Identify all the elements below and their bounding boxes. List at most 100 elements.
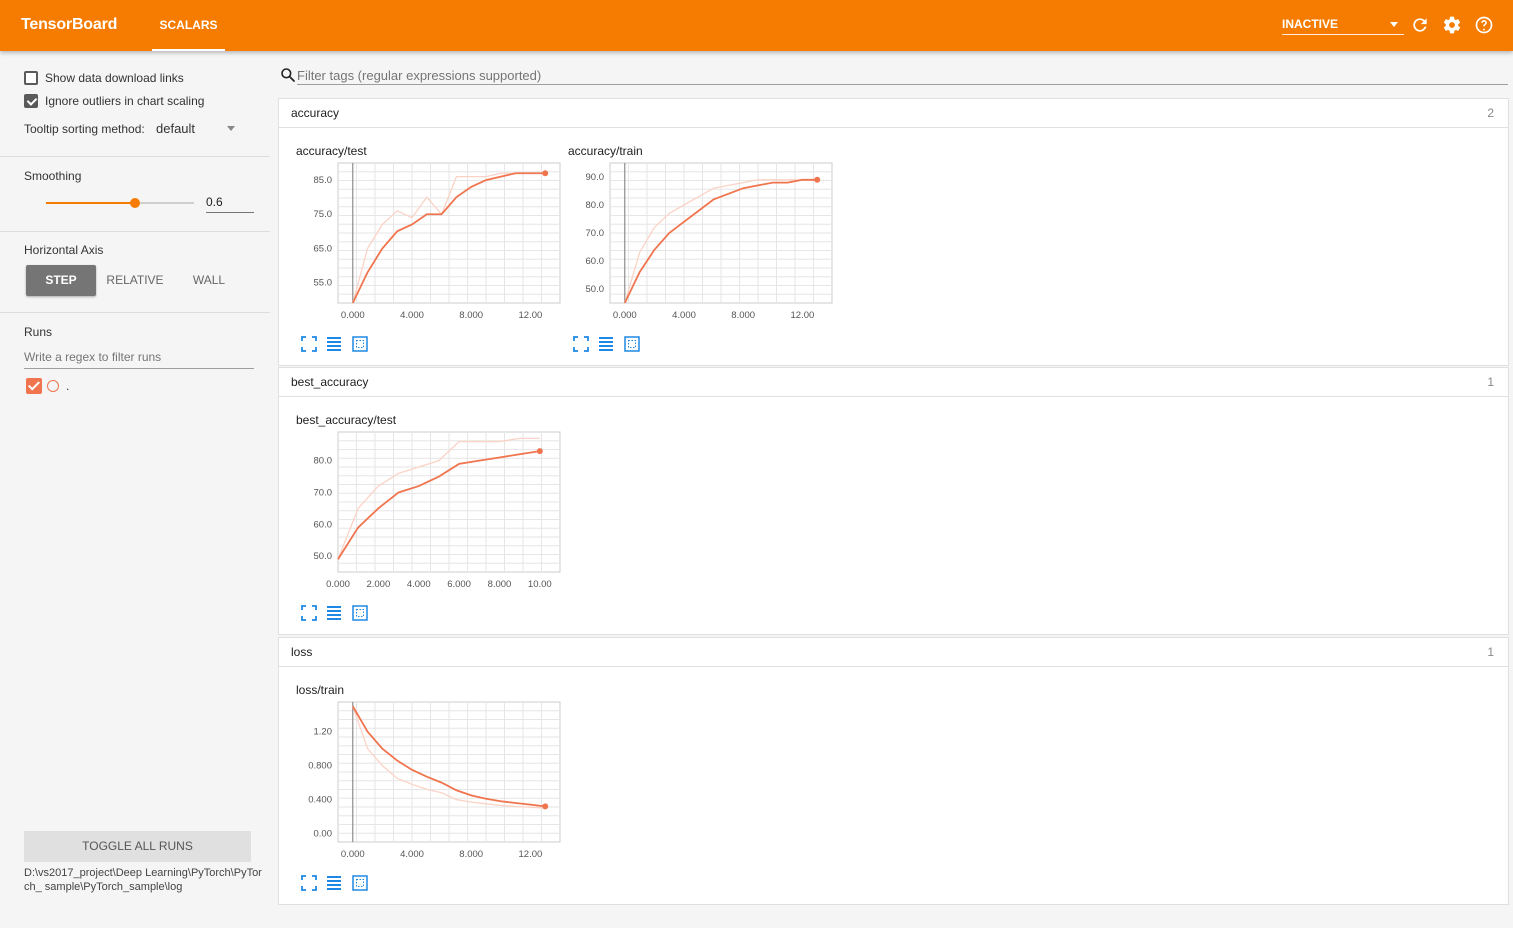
line-chart[interactable]: 50.0 60.0 70.0 80.0 0.000 2.000 4.000 6.000 8.00… [296,425,566,605]
fit-domain-icon[interactable] [352,336,368,352]
y-tick-label: 80.0 [586,200,605,211]
smoothing-slider[interactable] [46,198,194,208]
category-header[interactable]: best_accuracy 1 [279,368,1508,397]
category-count: 1 [1487,645,1494,659]
category-pane: best_accuracy 1 best_accuracy/test 50.0 6… [278,367,1509,635]
tag-filter-input[interactable] [297,66,1508,85]
plugin-selector-value: INACTIVE [1282,17,1339,31]
fit-domain-icon[interactable] [352,875,368,891]
chevron-down-icon [1390,22,1398,27]
series-end-point [542,803,549,810]
x-tick-label: 4.000 [400,310,424,321]
fit-domain-icon[interactable] [624,336,640,352]
scalar-card: best_accuracy/test 50.0 60.0 70.0 80.0 0.000… [296,413,566,633]
x-tick-label: 6.000 [447,579,471,590]
y-tick-label: 65.0 [314,243,333,254]
help-icon[interactable] [1474,15,1494,35]
top-bar: TensorBoard SCALARS INACTIVE [0,0,1513,51]
x-tick-label: 0.000 [341,849,365,860]
smoothing-value-input[interactable]: 0.6 [206,193,254,213]
horizontal-axis-label: Horizontal Axis [24,243,104,257]
scalar-card: accuracy/train 50.0 60.0 70.0 80.0 90.0 0.000… [568,144,838,364]
line-chart[interactable]: 55.0 65.0 75.0 85.0 0.000 4.000 8.000 12.00 [296,156,566,336]
x-tick-label: 8.000 [731,310,755,321]
smoothing-label: Smoothing [24,169,82,183]
smoothing-slider-knob[interactable] [130,198,140,208]
scalar-card: loss/train 0.00 0.400 0.800 1.20 0.000 4.000 8… [296,683,566,903]
plugin-selector-dropdown[interactable]: INACTIVE [1282,14,1404,35]
search-icon [281,68,295,82]
chevron-down-icon [227,126,235,131]
sidebar-divider [0,156,270,157]
list-icon[interactable] [598,336,614,352]
category-count: 1 [1487,375,1494,389]
sidebar-divider [0,312,270,313]
runs-label: Runs [24,325,53,339]
y-tick-label: 90.0 [586,172,605,183]
category-pane: accuracy 2 accuracy/test 55.0 65.0 75.0 85.… [278,98,1509,366]
card-actions [573,336,653,352]
tab-scalars-label: SCALARS [159,18,218,32]
category-count: 2 [1487,106,1494,120]
series-end-point [542,170,549,177]
tooltip-sorting-dropdown[interactable]: default [156,117,238,139]
list-icon[interactable] [326,605,342,621]
y-tick-label: 60.0 [314,519,333,530]
list-icon[interactable] [326,875,342,891]
runs-filter-input[interactable]: Write a regex to filter runs [24,348,254,369]
card-actions [301,605,381,621]
category-title: best_accuracy [291,375,369,389]
axis-relative-button[interactable]: RELATIVE [100,265,170,296]
category-title: loss [291,645,313,659]
refresh-icon[interactable] [1410,15,1430,35]
fullscreen-icon[interactable] [301,875,317,891]
show-download-links-label: Show data download links [45,71,184,85]
y-tick-label: 0.00 [314,829,333,840]
smoothing-slider-fill [46,202,135,204]
fullscreen-icon[interactable] [301,336,317,352]
line-chart[interactable]: 50.0 60.0 70.0 80.0 90.0 0.000 4.000 8.000 12.00 [568,156,838,336]
tooltip-sorting-value: default [156,121,196,136]
fullscreen-icon[interactable] [573,336,589,352]
x-tick-label: 12.00 [791,310,815,321]
y-tick-label: 70.0 [314,487,333,498]
y-tick-label: 85.0 [314,175,333,186]
x-tick-label: 0.000 [341,310,365,321]
show-download-links-checkbox[interactable] [24,71,38,85]
list-icon[interactable] [326,336,342,352]
fullscreen-icon[interactable] [301,605,317,621]
toggle-all-runs-button[interactable]: TOGGLE ALL RUNS [24,831,251,862]
scalar-card: accuracy/test 55.0 65.0 75.0 85.0 0.000 4.000… [296,144,566,364]
axis-step-button[interactable]: STEP [26,265,96,296]
category-header[interactable]: loss 1 [279,638,1508,667]
tab-scalars[interactable]: SCALARS [152,0,225,51]
run-checkbox[interactable] [26,378,42,394]
x-tick-label: 8.000 [488,579,512,590]
category-header[interactable]: accuracy 2 [279,99,1508,128]
x-tick-label: 4.000 [672,310,696,321]
y-tick-label: 0.400 [308,795,332,806]
x-tick-label: 4.000 [407,579,431,590]
line-chart[interactable]: 0.00 0.400 0.800 1.20 0.000 4.000 8.000 12.00 [296,695,566,875]
ignore-outliers-label: Ignore outliers in chart scaling [45,94,205,108]
category-title: accuracy [291,106,340,120]
y-tick-label: 0.800 [308,761,332,772]
x-tick-label: 0.000 [326,579,350,590]
axis-wall-button[interactable]: WALL [174,265,244,296]
tab-selected-underline [152,49,225,51]
y-tick-label: 50.0 [314,551,333,562]
x-tick-label: 8.000 [459,849,483,860]
card-actions [301,875,381,891]
y-tick-label: 1.20 [314,727,333,738]
sidebar-divider [0,231,270,232]
run-color-swatch[interactable] [47,380,59,392]
series-end-point [536,448,543,455]
settings-icon[interactable] [1442,15,1462,35]
card-actions [301,336,381,352]
ignore-outliers-checkbox[interactable] [24,94,38,108]
fit-domain-icon[interactable] [352,605,368,621]
category-pane: loss 1 loss/train 0.00 0.400 0.800 1.20 0.00… [278,637,1509,905]
y-tick-label: 70.0 [586,228,605,239]
x-tick-label: 8.000 [459,310,483,321]
run-name: . [66,379,70,393]
